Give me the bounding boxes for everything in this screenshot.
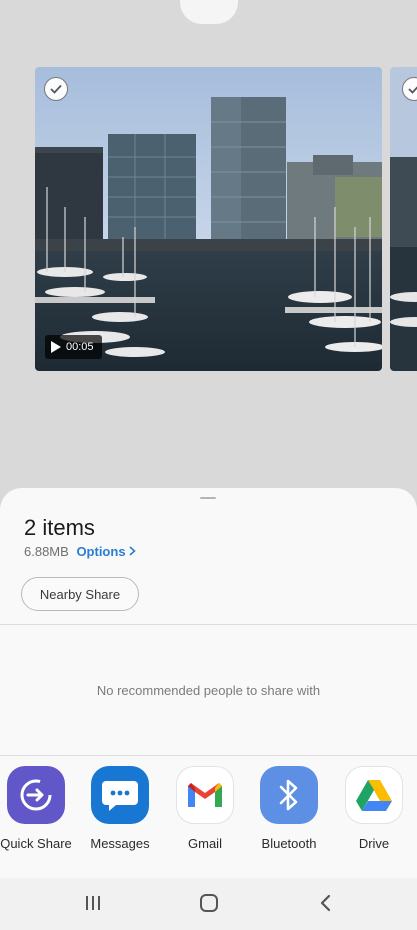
- home-icon[interactable]: [196, 892, 222, 914]
- app-label: Quick Share: [0, 836, 72, 851]
- recent-apps-icon[interactable]: [80, 892, 106, 914]
- bluetooth-icon: [260, 766, 318, 824]
- items-size: 6.88MB: [24, 544, 69, 559]
- select-check-icon[interactable]: [44, 77, 68, 101]
- harbor-image-2: [390, 67, 417, 371]
- back-icon[interactable]: [313, 892, 339, 914]
- share-apps-row: Quick Share Messages Gmail Bluetooth Dri…: [0, 766, 417, 866]
- share-sheet: 2 items 6.88MB Options Nearby Share No r…: [0, 488, 417, 878]
- camera-notch: [180, 0, 238, 24]
- app-label: Bluetooth: [261, 836, 317, 851]
- app-label: Drive: [358, 836, 390, 851]
- nearby-share-button[interactable]: Nearby Share: [21, 577, 139, 611]
- app-label: Messages: [90, 836, 150, 851]
- quick-share-icon: [7, 766, 65, 824]
- items-count-title: 2 items: [24, 515, 95, 540]
- app-quick-share[interactable]: Quick Share: [0, 766, 79, 851]
- divider: [0, 624, 417, 625]
- chevron-right-icon: [129, 546, 136, 556]
- harbor-image: [35, 67, 382, 371]
- app-bluetooth[interactable]: Bluetooth: [246, 766, 332, 851]
- divider: [0, 755, 417, 756]
- no-people-message: No recommended people to share with: [96, 683, 321, 698]
- app-messages[interactable]: Messages: [77, 766, 163, 851]
- gmail-icon: [176, 766, 234, 824]
- options-link[interactable]: Options: [76, 544, 136, 559]
- system-navigation-bar: [0, 878, 417, 930]
- video-duration-badge: 00:05: [45, 335, 102, 359]
- app-label: Gmail: [188, 836, 222, 851]
- drive-icon: [345, 766, 403, 824]
- app-gmail[interactable]: Gmail: [162, 766, 248, 851]
- preview-backdrop: 00:05: [0, 0, 417, 500]
- drag-handle[interactable]: [200, 497, 216, 499]
- video-duration: 00:05: [66, 341, 94, 353]
- play-icon: [51, 341, 61, 353]
- video-preview-1[interactable]: 00:05: [35, 67, 382, 371]
- items-size-row: 6.88MB Options: [24, 544, 136, 559]
- messages-icon: [91, 766, 149, 824]
- video-preview-2[interactable]: [390, 67, 417, 371]
- app-drive[interactable]: Drive: [331, 766, 417, 851]
- options-label: Options: [76, 544, 126, 559]
